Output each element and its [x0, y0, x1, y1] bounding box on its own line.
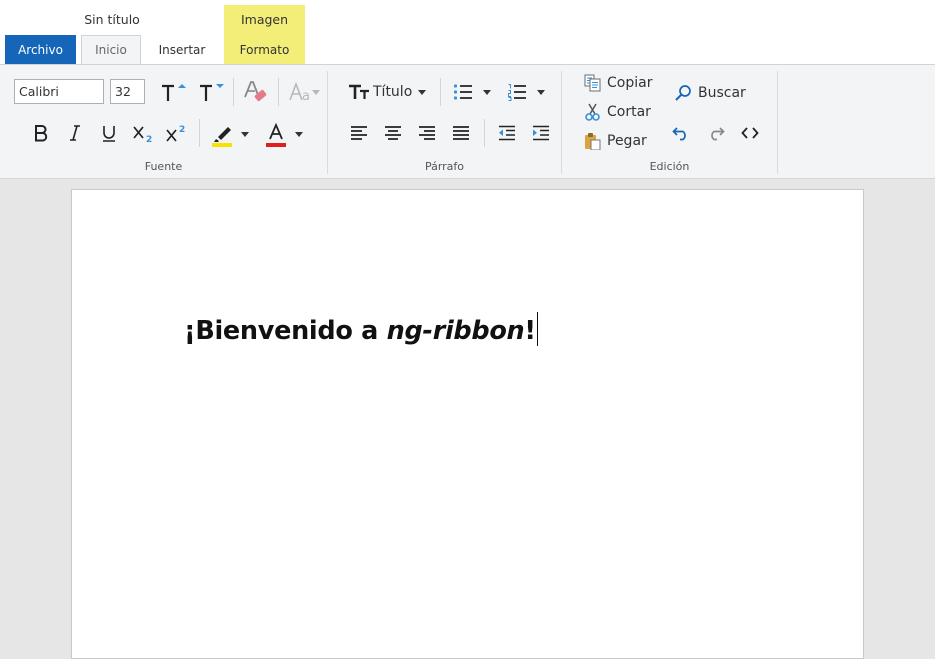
tab-formato[interactable]: Formato: [224, 36, 305, 65]
italic-button[interactable]: [62, 120, 88, 146]
tab-inicio[interactable]: Inicio: [81, 35, 141, 65]
separator: [199, 119, 200, 147]
search-icon: [675, 85, 691, 101]
change-case-button[interactable]: a: [288, 79, 322, 105]
view-source-button[interactable]: [737, 120, 763, 146]
align-left-icon: [351, 126, 367, 140]
scissors-icon: [585, 103, 600, 121]
highlight-color-button[interactable]: [208, 119, 236, 149]
align-right-button[interactable]: [414, 120, 440, 146]
paste-icon: [585, 133, 601, 150]
numbered-list-icon: [508, 84, 526, 101]
svg-text:2: 2: [146, 135, 152, 143]
bulleted-list-button[interactable]: [450, 79, 476, 105]
highlight-dropdown-chevron-icon[interactable]: [241, 132, 249, 137]
bulleted-list-chevron-icon[interactable]: [483, 90, 491, 95]
separator: [233, 78, 234, 106]
underline-icon: [103, 126, 115, 142]
font-color-icon: [266, 122, 286, 147]
group-label-fuente: Fuente: [144, 160, 183, 173]
align-center-icon: [385, 126, 401, 140]
grow-font-button[interactable]: [158, 79, 188, 105]
group-separator: [561, 71, 562, 174]
eraser-icon: [244, 81, 267, 102]
increase-indent-icon: [533, 125, 549, 141]
copy-button[interactable]: Copiar: [584, 71, 654, 95]
text-cursor: [536, 312, 538, 346]
copy-label: Copiar: [607, 75, 653, 91]
paragraph-style-chevron-icon[interactable]: [418, 90, 426, 95]
underline-button[interactable]: [96, 120, 122, 146]
paragraph-style-label: Título: [373, 84, 413, 100]
cut-button[interactable]: Cortar: [584, 100, 654, 124]
highlighter-icon: [212, 127, 232, 147]
copy-icon: [584, 74, 601, 92]
change-case-icon: a: [289, 81, 320, 103]
tab-insertar[interactable]: Insertar: [146, 36, 218, 65]
heading-text-end: !: [524, 316, 536, 346]
font-family-input[interactable]: [14, 79, 104, 104]
separator: [278, 78, 279, 106]
paste-button[interactable]: Pegar: [584, 129, 654, 153]
font-size-input[interactable]: [110, 79, 145, 104]
undo-icon: [672, 127, 686, 141]
document-page[interactable]: ¡Bienvenido a ng-ribbon!: [71, 189, 864, 659]
contextual-group-label: Imagen: [240, 12, 289, 27]
text-style-icon: [349, 84, 369, 99]
paste-label: Pegar: [607, 133, 647, 149]
separator: [440, 78, 441, 106]
heading-text-start: ¡Bienvenido a: [184, 316, 387, 346]
superscript-icon: 2: [166, 125, 185, 142]
svg-text:a: a: [302, 89, 310, 103]
document-title: Sin título: [84, 12, 140, 27]
numbered-list-button[interactable]: [504, 79, 530, 105]
svg-text:2: 2: [179, 125, 185, 135]
find-button[interactable]: Buscar: [674, 81, 746, 105]
numbered-list-chevron-icon[interactable]: [537, 90, 545, 95]
superscript-button[interactable]: 2: [163, 120, 191, 146]
align-left-button[interactable]: [346, 120, 372, 146]
bulleted-list-icon: [453, 84, 472, 100]
ribbon: a 2 2: [0, 64, 935, 179]
group-label-parrafo: Párrafo: [424, 160, 465, 173]
subscript-button[interactable]: 2: [130, 120, 158, 146]
justify-button[interactable]: [448, 120, 474, 146]
tab-archivo[interactable]: Archivo: [5, 35, 76, 65]
bold-icon: [35, 125, 48, 142]
clear-format-button[interactable]: [240, 77, 270, 107]
undo-button[interactable]: [668, 120, 694, 146]
group-separator: [327, 71, 328, 174]
font-color-button[interactable]: [262, 119, 290, 149]
title-bar: Sin título Imagen Archivo Inicio Inserta…: [0, 0, 935, 65]
shrink-font-button[interactable]: [196, 79, 226, 105]
group-label-edicion: Edición: [649, 160, 690, 173]
redo-button[interactable]: [703, 120, 729, 146]
heading-text-italic: ng-ribbon: [386, 316, 525, 346]
font-color-dropdown-chevron-icon[interactable]: [295, 132, 303, 137]
document-heading[interactable]: ¡Bienvenido a ng-ribbon!: [184, 312, 538, 346]
cut-label: Cortar: [607, 104, 651, 120]
editor-workspace: ¡Bienvenido a ng-ribbon!: [0, 180, 935, 659]
bold-button[interactable]: [28, 120, 54, 146]
increase-indent-button[interactable]: [528, 120, 554, 146]
shrink-font-icon: [200, 84, 224, 101]
find-label: Buscar: [698, 85, 746, 101]
redo-icon: [711, 127, 725, 141]
align-right-icon: [419, 126, 435, 140]
group-separator: [777, 71, 778, 174]
separator: [484, 119, 485, 147]
decrease-indent-icon: [499, 125, 515, 141]
grow-font-icon: [162, 84, 186, 101]
justify-icon: [453, 126, 469, 140]
decrease-indent-button[interactable]: [494, 120, 520, 146]
code-icon: [741, 127, 759, 139]
subscript-icon: 2: [133, 126, 152, 143]
italic-icon: [70, 125, 80, 141]
align-center-button[interactable]: [380, 120, 406, 146]
